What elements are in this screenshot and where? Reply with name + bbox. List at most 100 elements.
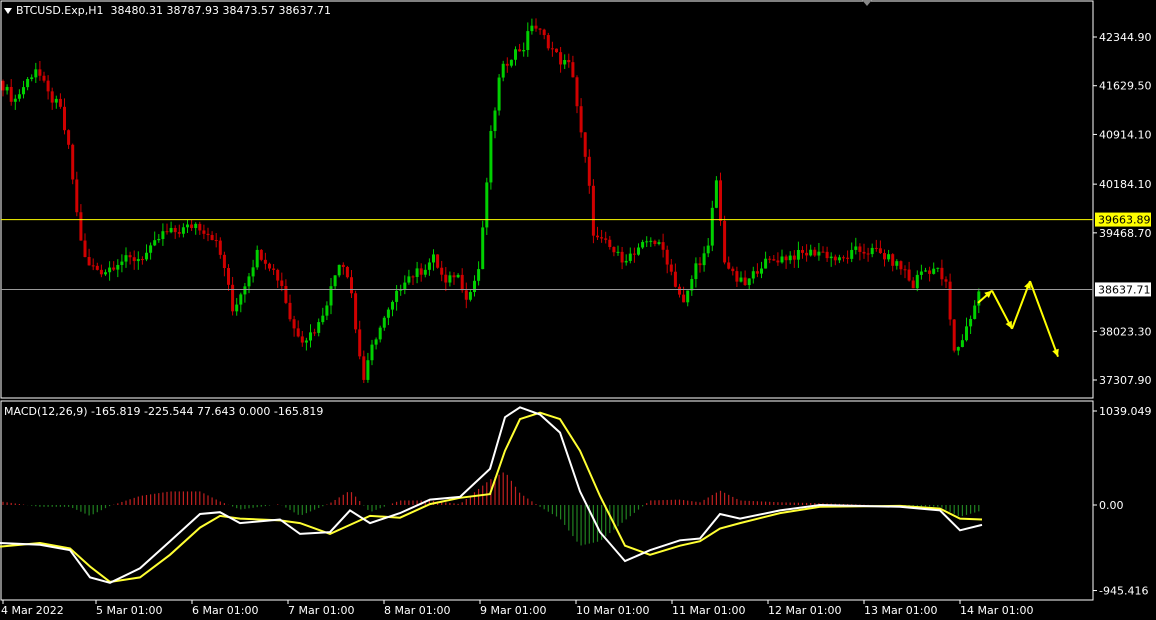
candle: [34, 62, 38, 83]
candle: [911, 277, 915, 289]
candle: [255, 245, 259, 270]
candle: [124, 247, 128, 268]
candle-body: [739, 277, 743, 282]
candle: [210, 231, 214, 241]
candle-body: [71, 144, 75, 180]
candle: [395, 285, 399, 311]
candle-body: [719, 180, 722, 221]
candle: [583, 132, 587, 163]
candle-body: [969, 318, 973, 327]
candle-body: [202, 230, 206, 234]
candle: [173, 225, 177, 239]
candle: [464, 282, 468, 309]
candle-body: [596, 235, 599, 238]
candle-body: [616, 251, 620, 253]
candle: [641, 239, 645, 250]
candle-body: [538, 28, 542, 30]
candle: [796, 241, 800, 268]
candle-body: [604, 238, 608, 240]
candle-body: [67, 130, 71, 145]
candle: [30, 74, 34, 82]
candle-body: [140, 259, 144, 261]
menu-triangle-icon[interactable]: [4, 8, 12, 14]
candle-body: [649, 240, 653, 242]
candle: [928, 266, 932, 282]
candle-body: [34, 69, 38, 78]
x-tick-label: 8 Mar 01:00: [384, 604, 450, 617]
candle: [616, 245, 620, 256]
candle: [370, 339, 374, 366]
candle-body: [559, 52, 563, 65]
candle: [9, 79, 13, 106]
candle-body: [477, 269, 481, 281]
candle-body: [345, 266, 349, 278]
candle: [919, 264, 923, 280]
candle: [333, 275, 337, 290]
candle-body: [432, 254, 435, 263]
candle-body: [112, 267, 116, 270]
candle: [477, 261, 481, 286]
candle-body: [464, 290, 468, 300]
candle: [456, 273, 460, 279]
candle-body: [809, 249, 813, 256]
candle-body: [948, 281, 952, 320]
candle: [304, 337, 308, 351]
candle: [579, 98, 583, 138]
candle: [415, 261, 419, 284]
candle: [813, 247, 817, 257]
candle-body: [620, 251, 624, 263]
candle: [878, 240, 882, 254]
candle: [952, 319, 956, 353]
candle-body: [895, 261, 899, 266]
candle-body: [366, 360, 370, 380]
candle: [132, 250, 136, 270]
candle: [419, 263, 423, 282]
candle-body: [555, 48, 558, 53]
candle: [936, 267, 940, 273]
candle: [509, 59, 513, 68]
candle: [608, 235, 612, 250]
candle: [960, 334, 964, 348]
candle-body: [124, 255, 128, 262]
candle: [1, 79, 5, 97]
candle-body: [940, 267, 944, 280]
candle-body: [678, 286, 681, 295]
candle-body: [116, 264, 120, 270]
candle-body: [173, 227, 177, 233]
candle-body: [235, 304, 239, 312]
candle-body: [333, 275, 337, 287]
candle-body: [448, 275, 452, 283]
candle-body: [165, 231, 169, 233]
candle-body: [710, 207, 714, 246]
candle: [382, 315, 386, 331]
candle-body: [149, 245, 153, 253]
candle-body: [95, 265, 99, 270]
candle-body: [682, 294, 686, 303]
candle-body: [440, 267, 444, 275]
candle-body: [608, 239, 612, 248]
candle: [501, 60, 505, 82]
candle: [63, 98, 66, 135]
candle-body: [161, 231, 165, 239]
candle: [833, 254, 837, 266]
candle: [825, 246, 829, 262]
candle: [22, 80, 25, 99]
candle: [653, 239, 657, 247]
candle: [948, 273, 952, 326]
candle: [485, 177, 489, 235]
candle-body: [952, 319, 956, 351]
candle-body: [99, 269, 103, 275]
candle-body: [760, 268, 763, 274]
candle-body: [858, 246, 862, 252]
candle-body: [87, 257, 91, 266]
candle: [386, 307, 390, 326]
x-tick-label: 12 Mar 01:00: [768, 604, 841, 617]
candle-body: [259, 249, 263, 260]
candle: [268, 262, 271, 272]
candle: [288, 294, 292, 322]
candle: [538, 27, 542, 35]
candle-body: [706, 245, 710, 254]
candle-body: [132, 257, 136, 262]
candle: [837, 254, 841, 264]
candle: [649, 237, 653, 247]
